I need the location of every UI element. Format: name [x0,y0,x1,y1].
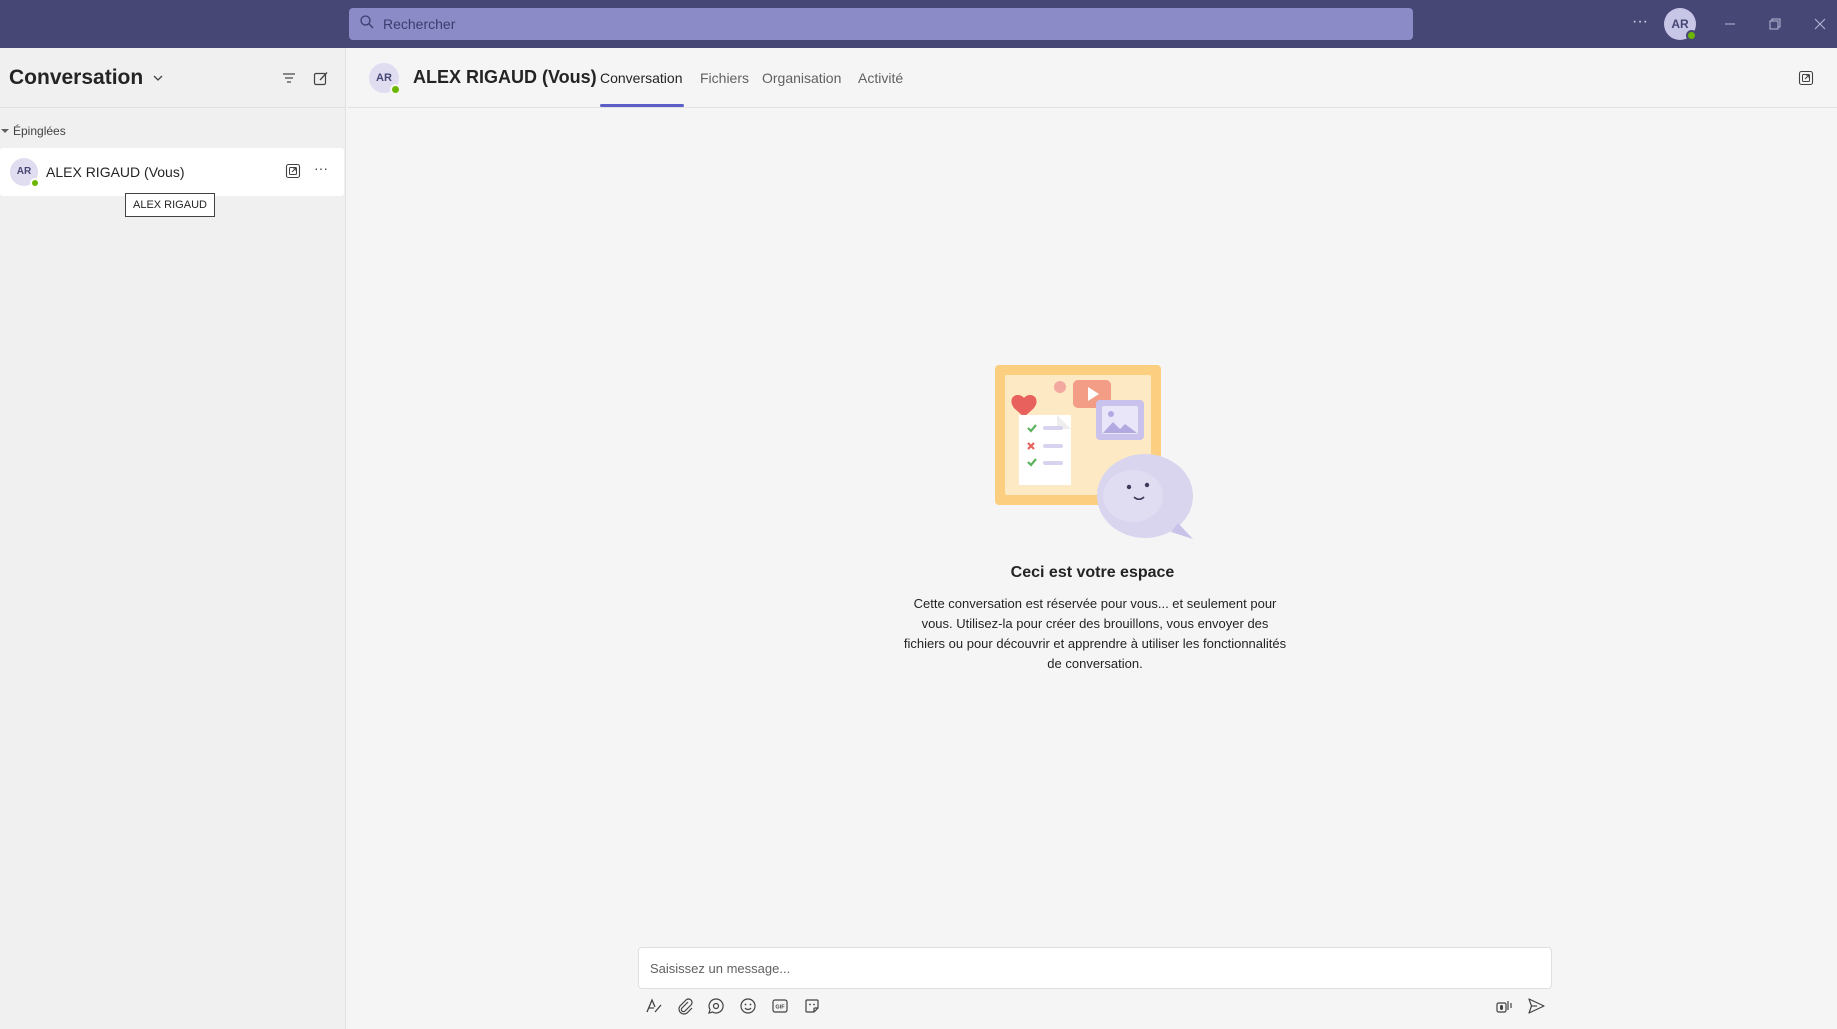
chat-main: AR ALEX RIGAUD (Vous) Conversation Fichi… [348,48,1837,1029]
tab-conversation[interactable]: Conversation [600,70,683,86]
send-icon[interactable] [1526,996,1546,1016]
empty-state-illustration [995,365,1193,539]
pop-out-icon[interactable] [284,162,302,180]
tab-activite[interactable]: Activité [858,70,903,86]
title-bar: Rechercher ··· AR [0,0,1837,48]
empty-state-description: Cette conversation est réservée pour vou… [903,596,1287,671]
section-label-text: Épinglées [13,124,66,138]
tab-fichiers[interactable]: Fichiers [700,70,749,86]
presence-available-icon [30,178,40,188]
filter-icon[interactable] [279,68,299,88]
restore-icon[interactable] [1763,12,1787,36]
avatar-initials: AR [16,166,32,177]
active-tab-indicator [600,104,684,107]
avatar: AR [10,158,40,188]
search-box[interactable]: Rechercher [349,8,1413,40]
sticker-icon[interactable] [802,996,822,1016]
chat-list-panel: Conversation Épinglées AR ALEX RIGAUD (V… [0,48,346,1029]
avatar-initials: AR [376,72,392,84]
presence-available-icon [390,84,401,95]
chat-name: ALEX RIGAUD (Vous) [46,164,185,180]
pinned-section-label[interactable]: Épinglées [0,124,66,138]
more-options-icon[interactable]: ··· [312,160,330,178]
avatar[interactable]: AR [369,63,401,95]
chat-header: AR ALEX RIGAUD (Vous) Conversation Fichi… [348,48,1837,108]
attach-icon[interactable] [675,996,695,1016]
tooltip: ALEX RIGAUD [125,193,215,217]
message-compose-box[interactable]: Saisissez un message... [638,947,1552,989]
search-input[interactable]: Rechercher [383,16,455,32]
empty-state-title: Ceci est votre espace [1010,564,1175,581]
close-icon[interactable] [1808,12,1832,36]
chevron-down-icon[interactable] [151,71,165,85]
chat-list-header: Conversation [0,48,345,108]
chat-list-item[interactable]: AR ALEX RIGAUD (Vous) ··· [0,148,344,196]
format-icon[interactable] [643,996,663,1016]
gif-icon[interactable]: GIF [770,996,790,1016]
loop-icon[interactable] [706,996,726,1016]
message-input[interactable]: Saisissez un message... [650,961,790,976]
presence-available-icon [1686,30,1697,41]
emoji-icon[interactable] [738,996,758,1016]
audio-message-icon[interactable] [1494,996,1514,1016]
avatar-initials: AR [1671,17,1689,31]
more-icon[interactable]: ··· [1628,12,1652,36]
search-icon [359,14,375,35]
chevron-down-icon [1,129,9,133]
new-chat-icon[interactable] [311,68,331,88]
tab-organisation[interactable]: Organisation [762,70,841,86]
pop-out-icon[interactable] [1797,69,1815,87]
chat-title: ALEX RIGAUD (Vous) [413,67,597,87]
panel-title[interactable]: Conversation [9,66,143,90]
minimize-icon[interactable] [1718,12,1742,36]
svg-text:GIF: GIF [775,1005,785,1011]
profile-avatar[interactable]: AR [1664,8,1697,41]
